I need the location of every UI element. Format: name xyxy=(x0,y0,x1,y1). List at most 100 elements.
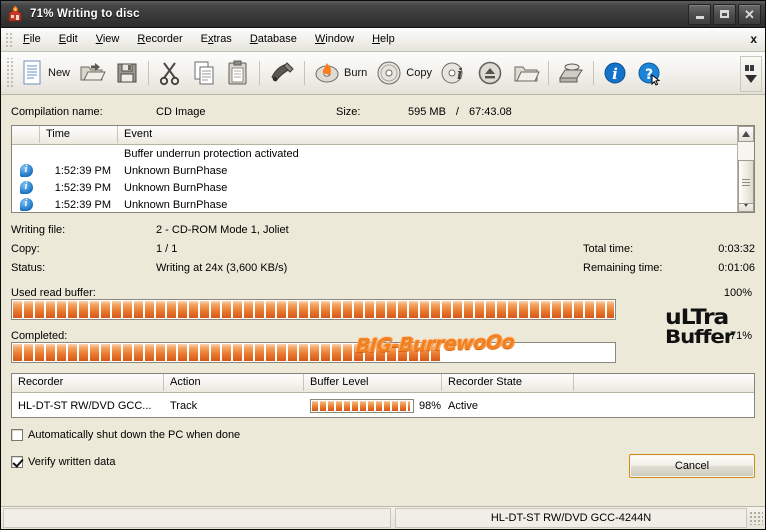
copy-row: Copy: 1 / 1 Total time: 0:03:32 xyxy=(11,239,755,258)
minimize-icon xyxy=(695,15,704,19)
read-buffer-label-row: Used read buffer: 100% xyxy=(11,281,755,299)
table-row[interactable]: 1:52:39 PM Unknown BurnPhase xyxy=(12,179,754,196)
table-row[interactable]: HL-DT-ST RW/DVD GCC... Track 98% Active xyxy=(12,393,754,417)
menu-view[interactable]: View xyxy=(87,30,129,49)
toolbar-eject-button[interactable] xyxy=(472,54,508,92)
menu-help[interactable]: Help xyxy=(363,30,404,49)
nero-burning-rom-window: 71% Writing to disc ✕ File Edit View Rec… xyxy=(0,0,766,530)
scrollbar-thumb[interactable] xyxy=(738,160,754,204)
buffer-level-fill xyxy=(312,400,410,411)
buffer-level-progressbar xyxy=(310,398,414,413)
toolbar-copy-disc-button[interactable]: Copy xyxy=(371,54,436,92)
toolbar-info-button[interactable]: i xyxy=(598,54,632,92)
event-log-col-time[interactable]: Time xyxy=(40,126,118,143)
toolbar-separator-1 xyxy=(148,61,150,85)
compilation-name-value: CD Image xyxy=(156,106,206,118)
main-toolbar: New Burn Copy i i ? xyxy=(1,52,765,95)
row-time: 1:52:39 PM xyxy=(54,198,111,211)
read-buffer-fill xyxy=(13,301,614,318)
event-log-listview[interactable]: Time Event Buffer underrun protection ac… xyxy=(11,125,755,213)
toolbar-new-button[interactable]: New xyxy=(15,54,74,92)
minimize-button[interactable] xyxy=(688,3,711,25)
status-label: Status: xyxy=(11,261,46,274)
close-button[interactable]: ✕ xyxy=(738,3,761,25)
toolbar-cut-button[interactable] xyxy=(153,54,187,92)
toolbar-overflow-button[interactable] xyxy=(740,56,762,92)
table-row[interactable]: Buffer underrun protection activated xyxy=(12,145,754,162)
menu-edit[interactable]: Edit xyxy=(50,30,87,49)
cancel-button[interactable]: Cancel xyxy=(629,454,755,478)
maximize-button[interactable] xyxy=(713,3,736,25)
recorder-table[interactable]: Recorder Action Buffer Level Recorder St… xyxy=(11,373,755,418)
button-row: Cancel xyxy=(11,454,755,502)
auto-shutdown-checkbox[interactable] xyxy=(11,429,23,441)
row-icon-cell xyxy=(12,163,40,177)
toolbar-save-button[interactable] xyxy=(110,54,144,92)
menu-database[interactable]: Database xyxy=(241,30,306,49)
svg-text:i: i xyxy=(612,65,618,83)
svg-text:i: i xyxy=(457,65,463,83)
recorder-cell-state: Active xyxy=(448,399,478,412)
toolbar-separator-2 xyxy=(259,61,261,85)
scroll-up-button[interactable] xyxy=(738,126,754,142)
status-row: Status: Writing at 24x (3,600 KB/s) Rema… xyxy=(11,258,755,277)
toolbar-open-button[interactable] xyxy=(74,54,110,92)
help-icon: ? xyxy=(638,62,661,86)
toolbar-drive-button[interactable] xyxy=(553,54,589,92)
table-row[interactable]: 1:52:39 PM Unknown BurnPhase xyxy=(12,196,754,212)
row-icon-cell xyxy=(12,197,40,211)
menu-window[interactable]: Window xyxy=(306,30,363,49)
menu-extras[interactable]: Extras xyxy=(192,30,241,49)
event-log-header: Time Event xyxy=(12,126,754,145)
progress-section: Used read buffer: 100% Completed: 71% uL… xyxy=(11,281,755,363)
toolbar-copy-label: Copy xyxy=(406,67,432,79)
window-titlebar[interactable]: 71% Writing to disc ✕ xyxy=(1,1,765,28)
recorder-col-state[interactable]: Recorder State xyxy=(442,374,574,391)
toolbar-drag-grip[interactable] xyxy=(5,58,13,88)
scrollbar-track[interactable] xyxy=(738,142,754,204)
toolbar-eraser-button[interactable] xyxy=(264,54,300,92)
toolbar-disc-info-button[interactable]: i xyxy=(436,54,472,92)
event-log-scrollbar[interactable] xyxy=(737,126,754,212)
completed-label: Completed: xyxy=(11,330,68,342)
size-time-value: 67:43.08 xyxy=(468,106,512,118)
burn-icon xyxy=(315,63,339,83)
toolbar-paste-button[interactable] xyxy=(221,54,255,92)
resize-grip-icon[interactable] xyxy=(749,511,763,525)
recorder-col-action[interactable]: Action xyxy=(164,374,304,391)
copy-disc-icon xyxy=(377,61,401,85)
close-icon: ✕ xyxy=(744,6,755,22)
toolbar-burn-button[interactable]: Burn xyxy=(309,54,371,92)
event-log-col-icon[interactable] xyxy=(12,126,40,143)
folder-icon xyxy=(514,66,540,82)
menubar-drag-grip[interactable] xyxy=(4,31,12,48)
row-time: 1:52:39 PM xyxy=(54,164,111,177)
cut-icon xyxy=(159,62,180,86)
event-log-col-event[interactable]: Event xyxy=(118,126,738,143)
copy-label: Copy: xyxy=(11,242,40,255)
window-controls: ✕ xyxy=(688,3,763,25)
recorder-col-recorder[interactable]: Recorder xyxy=(12,374,164,391)
shutdown-option-row[interactable]: Automatically shut down the PC when done xyxy=(11,425,755,445)
table-row[interactable]: 1:52:39 PM Unknown BurnPhase xyxy=(12,162,754,179)
toolbar-help-button[interactable]: ? xyxy=(632,54,666,92)
total-time-value: 0:03:32 xyxy=(718,242,755,255)
recorder-col-blank[interactable] xyxy=(574,374,754,391)
toolbar-folder-button[interactable] xyxy=(508,54,544,92)
recorder-col-buffer[interactable]: Buffer Level xyxy=(304,374,442,391)
toolbar-copy-button[interactable] xyxy=(187,54,221,92)
expand-double-arrow-icon xyxy=(745,65,754,71)
eraser-icon xyxy=(271,62,294,82)
menu-file[interactable]: File xyxy=(14,30,50,49)
paste-icon xyxy=(228,60,247,85)
verify-written-data-checkbox[interactable] xyxy=(11,456,23,468)
close-document-icon[interactable]: x xyxy=(750,32,757,46)
status-block: Writing file: 2 - CD-ROM Mode 1, Joliet … xyxy=(11,213,755,277)
toolbar-separator-3 xyxy=(304,61,306,85)
maximize-icon xyxy=(720,10,729,18)
save-icon xyxy=(117,63,137,83)
chevron-up-icon xyxy=(742,131,750,137)
total-time-label: Total time: xyxy=(583,242,634,255)
row-event: Unknown BurnPhase xyxy=(124,181,228,194)
menu-recorder[interactable]: Recorder xyxy=(128,30,191,49)
